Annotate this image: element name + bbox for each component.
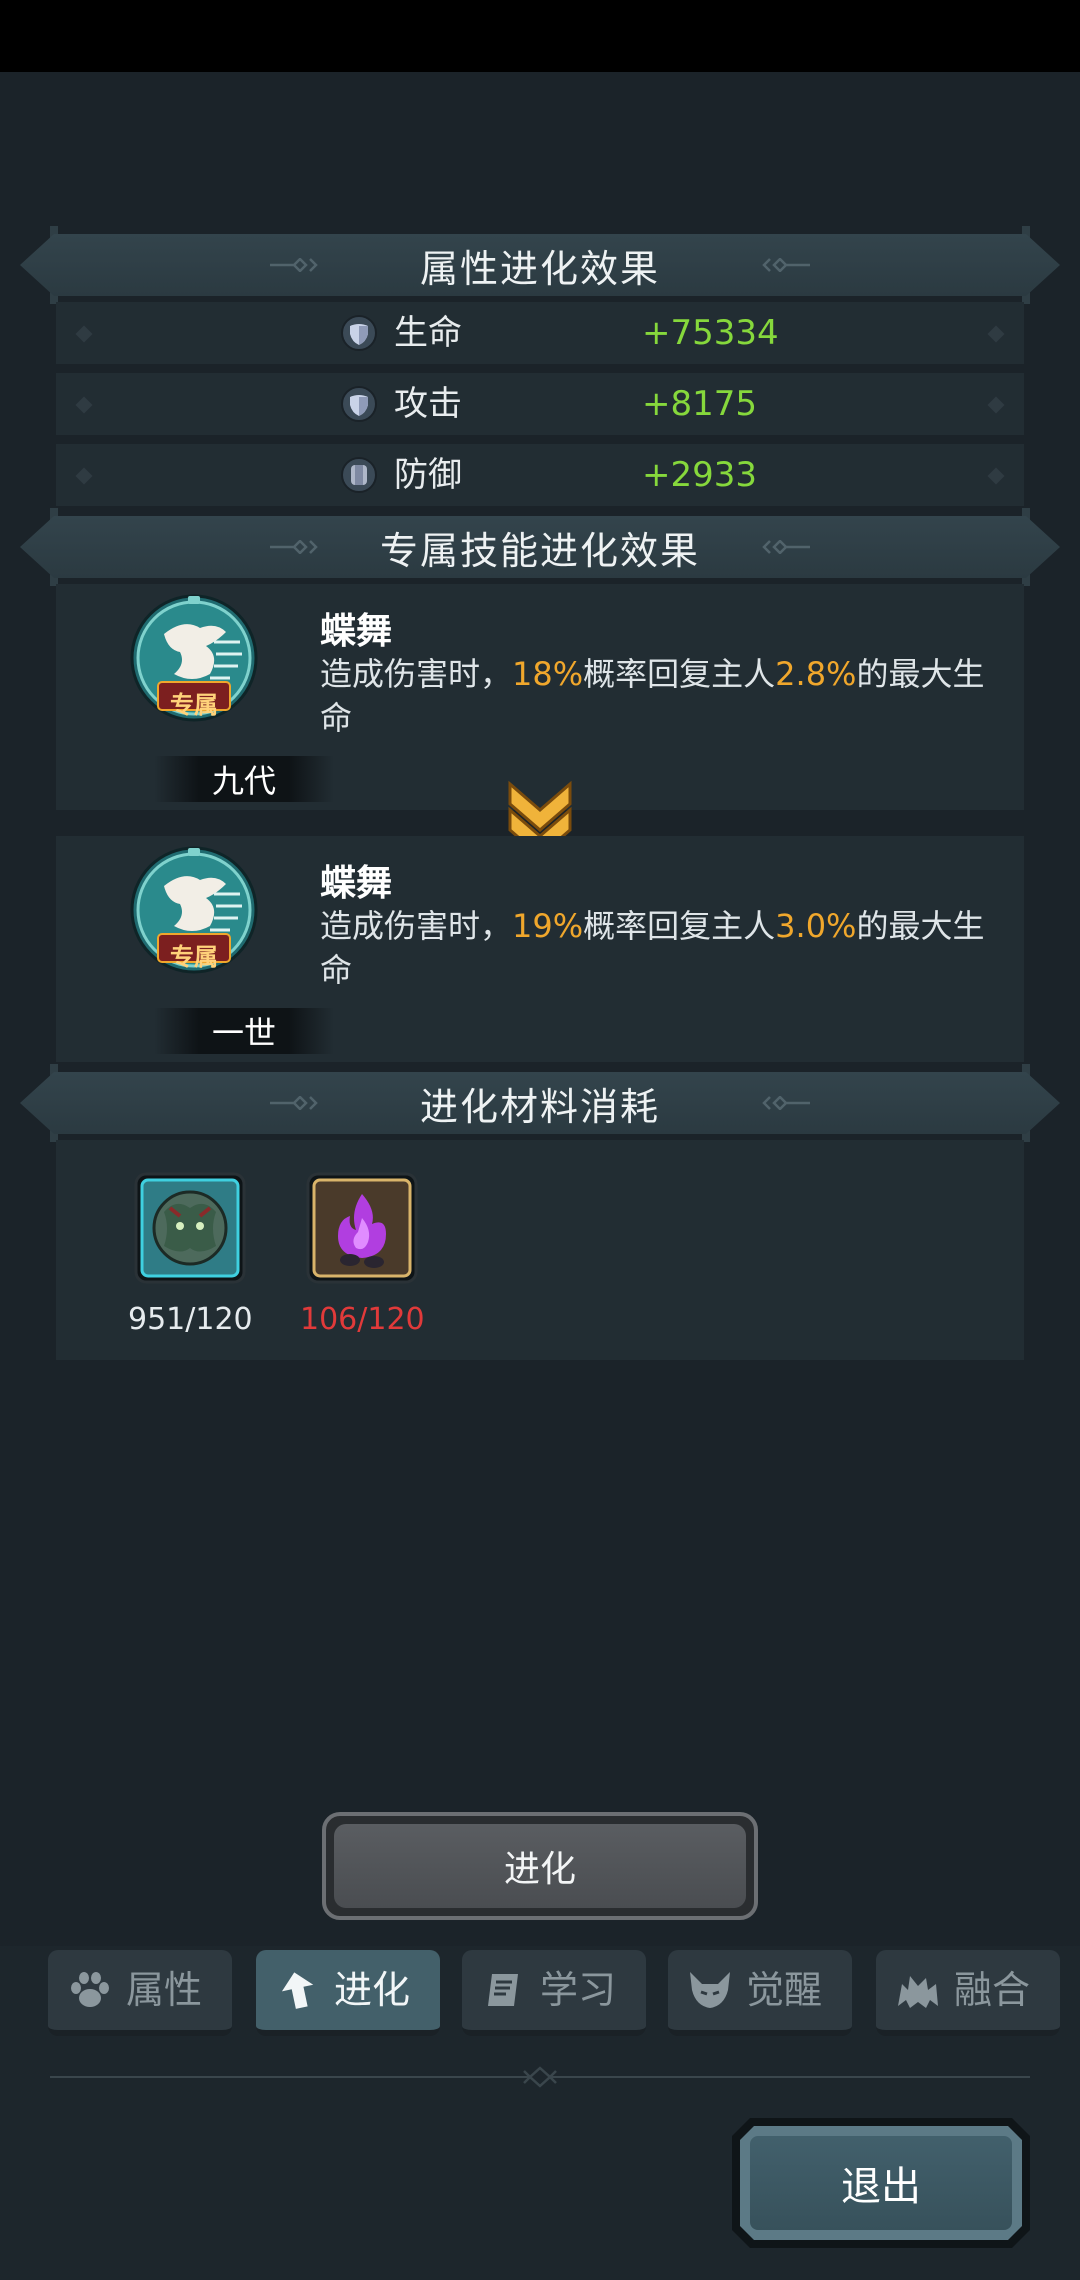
skill-card-next: 专属 一世 蝶舞 造成伤害时，19%概率回复主人3.0%的最大生命 — [56, 836, 1024, 1062]
stat-row-defense: 防御 +2933 — [56, 444, 1024, 506]
exclusive-badge: 专属 — [170, 942, 218, 971]
skill-description: 造成伤害时，18%概率回复主人2.8%的最大生命 — [320, 655, 985, 737]
stat-label: 防御 — [394, 455, 462, 495]
material-panel: 951/120 106/120 — [56, 1140, 1024, 1360]
exit-button-label: 退出 — [750, 2136, 1012, 2230]
tab-attributes[interactable]: 属性 — [48, 1950, 232, 2036]
exclusive-badge: 专属 — [170, 690, 218, 719]
divider-ornament-icon — [523, 2066, 557, 2088]
stat-label: 攻击 — [394, 384, 462, 424]
stat-row-attack: 攻击 +8175 — [56, 373, 1024, 435]
book-icon — [488, 1974, 518, 2006]
skill-section-header: 专属技能进化效果 — [20, 508, 1060, 586]
tab-label: 进化 — [334, 1968, 411, 2012]
section-title: 进化材料消耗 — [419, 1084, 660, 1129]
tab-label: 学习 — [540, 1968, 617, 2012]
skill-description: 造成伤害时，19%概率回复主人3.0%的最大生命 — [320, 907, 985, 989]
exit-button[interactable]: 退出 — [732, 2118, 1030, 2248]
tab-evolve[interactable]: 进化 — [256, 1950, 440, 2036]
skill-name: 蝶舞 — [320, 863, 393, 904]
tab-label: 属性 — [126, 1968, 203, 2012]
horned-mask-icon — [690, 1972, 730, 2008]
monster-token-icon[interactable] — [134, 1172, 246, 1284]
stat-value: +75334 — [642, 313, 779, 353]
material-item[interactable]: 106/120 — [300, 1172, 425, 1337]
skill-tier-tag: 九代 — [154, 756, 334, 802]
skill-tier-label: 九代 — [211, 762, 276, 800]
tab-awaken[interactable]: 觉醒 — [668, 1950, 852, 2036]
material-item[interactable]: 951/120 — [128, 1172, 253, 1337]
skill-name: 蝶舞 — [320, 611, 393, 652]
material-count: 106/120 — [300, 1302, 425, 1337]
armor-icon — [341, 457, 377, 493]
evolve-button-label: 进化 — [334, 1824, 746, 1908]
shield-heart-icon — [341, 315, 377, 351]
skill-tier-tag: 一世 — [154, 1008, 334, 1054]
arrow-up-icon — [281, 1972, 314, 2009]
section-title: 专属技能进化效果 — [379, 528, 700, 573]
attr-section-header: 属性进化效果 — [20, 226, 1060, 304]
shield-heart-icon — [341, 386, 377, 422]
status-bar — [0, 0, 1080, 72]
stat-row-hp: 生命 +75334 — [56, 302, 1024, 364]
creature-icon — [898, 1976, 938, 2008]
material-section-header: 进化材料消耗 — [20, 1064, 1060, 1142]
tab-learn[interactable]: 学习 — [462, 1950, 646, 2036]
section-title: 属性进化效果 — [419, 246, 660, 291]
stat-value: +8175 — [642, 384, 758, 424]
tab-label: 觉醒 — [746, 1968, 823, 2012]
tab-label: 融合 — [954, 1968, 1031, 2012]
tab-fusion[interactable]: 融合 — [876, 1950, 1060, 2036]
stat-value: +2933 — [642, 455, 758, 495]
purple-flame-icon[interactable] — [306, 1172, 418, 1284]
skill-tier-label: 一世 — [211, 1014, 276, 1052]
material-count: 951/120 — [128, 1302, 253, 1337]
stat-label: 生命 — [394, 313, 462, 353]
evolve-button[interactable]: 进化 — [322, 1812, 758, 1920]
paw-icon — [71, 1972, 109, 2007]
